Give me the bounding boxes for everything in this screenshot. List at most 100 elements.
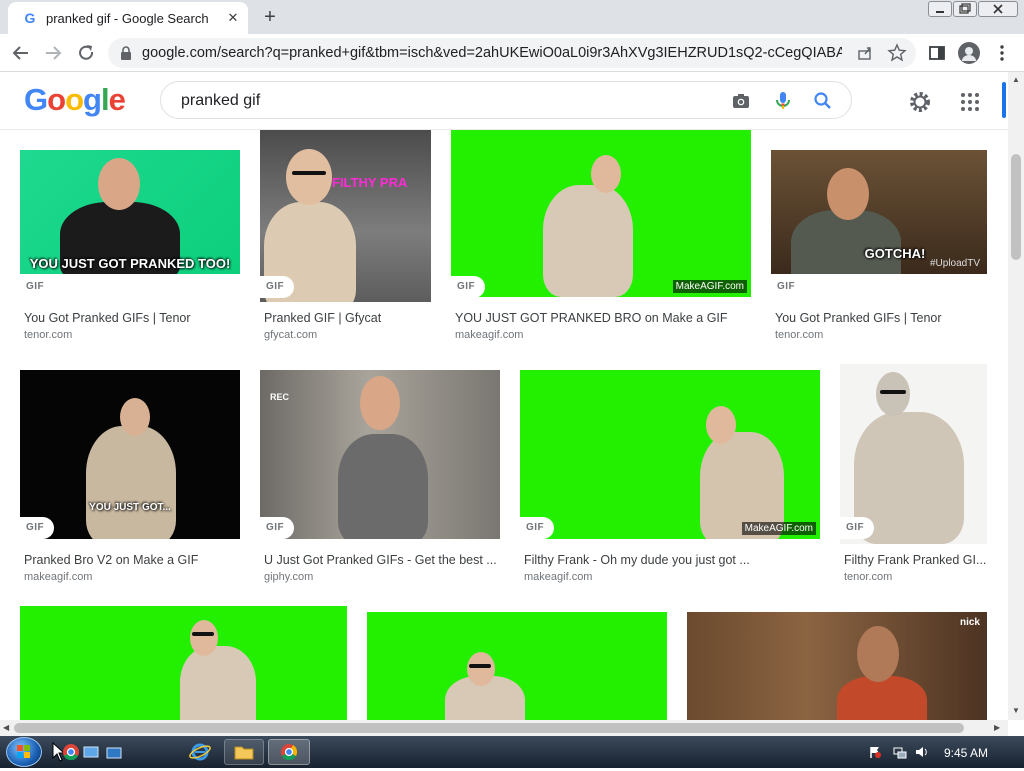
quicklaunch-chrome-icon[interactable] <box>60 739 82 765</box>
result-thumbnail[interactable]: nick <box>687 612 987 720</box>
logo-letter: e <box>108 82 126 117</box>
action-center-flag-icon[interactable] <box>868 745 882 759</box>
taskbar-explorer-button[interactable] <box>224 739 264 765</box>
result-title[interactable]: Filthy Frank - Oh my dude you just got .… <box>524 553 820 567</box>
apps-grid-icon[interactable] <box>957 89 983 115</box>
image-result[interactable]: FILTHY PRA GIF Pranked GIF | Gfycat gfyc… <box>260 130 431 350</box>
restore-window-button[interactable] <box>953 1 977 17</box>
gif-badge: GIF <box>20 517 54 539</box>
image-result[interactable]: REC GIF U Just Got Pranked GIFs - Get th… <box>260 370 500 590</box>
result-thumbnail[interactable]: MakeAGIF.com <box>451 130 751 297</box>
tab-google-search[interactable]: G pranked gif - Google Search ✕ <box>8 2 248 34</box>
image-result[interactable]: MakeAGIF.com GIF YOU JUST GOT PRANKED BR… <box>451 130 751 350</box>
image-result[interactable] <box>20 606 347 720</box>
result-domain[interactable]: tenor.com <box>844 571 892 583</box>
image-result[interactable]: GIF Filthy Frank Pranked GI... tenor.com <box>840 364 987 590</box>
tab-close-icon[interactable]: ✕ <box>223 8 243 28</box>
result-thumbnail[interactable]: GOTCHA! #UploadTV <box>771 150 987 274</box>
scroll-left-arrow-icon[interactable]: ◀ <box>3 723 9 732</box>
tab-strip: G pranked gif - Google Search ✕ + <box>0 0 1024 34</box>
result-title[interactable]: U Just Got Pranked GIFs - Get the best .… <box>264 553 498 567</box>
taskbar-clock[interactable]: 9:45 AM <box>944 746 988 760</box>
volume-icon[interactable] <box>915 745 929 759</box>
sign-in-button-edge[interactable] <box>1002 82 1006 118</box>
bookmark-star-icon[interactable] <box>886 42 908 64</box>
profile-avatar-icon[interactable] <box>958 42 980 64</box>
close-icon <box>993 4 1003 14</box>
close-window-button[interactable] <box>978 1 1018 17</box>
image-result[interactable]: nick <box>687 612 987 720</box>
switch-windows-icon[interactable] <box>104 739 124 765</box>
scroll-right-arrow-icon[interactable]: ▶ <box>994 723 1000 732</box>
image-result[interactable]: YOU JUST GOT... GIF Pranked Bro V2 on Ma… <box>20 370 240 590</box>
scroll-up-arrow-icon[interactable]: ▲ <box>1012 75 1020 84</box>
image-result[interactable] <box>367 612 667 720</box>
result-thumbnail[interactable]: YOU JUST GOT PRANKED TOO! <box>20 150 240 274</box>
minimize-window-button[interactable] <box>928 1 952 17</box>
result-thumbnail[interactable] <box>20 606 347 720</box>
show-desktop-icon[interactable] <box>82 739 100 765</box>
reload-button[interactable] <box>73 40 99 66</box>
address-bar[interactable]: google.com/search?q=pranked+gif&tbm=isch… <box>108 38 916 68</box>
google-logo[interactable]: Google <box>24 82 126 118</box>
forward-button[interactable] <box>40 40 66 66</box>
url-text[interactable]: google.com/search?q=pranked+gif&tbm=isch… <box>142 45 842 61</box>
gif-badge: GIF <box>451 276 485 298</box>
result-domain[interactable]: tenor.com <box>24 329 72 341</box>
share-icon[interactable] <box>854 42 876 64</box>
vertical-scroll-thumb[interactable] <box>1011 154 1021 260</box>
search-icon[interactable] <box>811 89 835 113</box>
camera-search-icon[interactable] <box>729 89 753 113</box>
start-button[interactable] <box>6 737 42 767</box>
network-icon[interactable] <box>893 745 907 759</box>
horizontal-scrollbar[interactable]: ◀ ▶ <box>0 720 1008 736</box>
side-panel-button[interactable] <box>925 41 949 65</box>
google-header: Google pranked gif <box>0 72 1008 130</box>
search-input[interactable]: pranked gif <box>181 92 260 110</box>
result-title[interactable]: Pranked GIF | Gfycat <box>264 311 430 325</box>
scroll-down-arrow-icon[interactable]: ▼ <box>1012 706 1020 715</box>
result-domain[interactable]: giphy.com <box>264 571 313 583</box>
person-head <box>706 406 736 444</box>
new-tab-button[interactable]: + <box>258 5 282 29</box>
result-title[interactable]: You Got Pranked GIFs | Tenor <box>775 311 987 325</box>
taskbar-chrome-button[interactable] <box>268 739 310 765</box>
person-figure <box>543 185 633 297</box>
logo-letter: G <box>24 82 48 117</box>
result-title[interactable]: Filthy Frank Pranked GI... <box>844 553 987 567</box>
result-title[interactable]: You Got Pranked GIFs | Tenor <box>24 311 238 325</box>
microphone-icon[interactable] <box>771 89 795 113</box>
result-thumbnail[interactable]: YOU JUST GOT... <box>20 370 240 539</box>
thumbnail-caption: YOU JUST GOT PRANKED TOO! <box>29 256 231 271</box>
vertical-scrollbar[interactable]: ▲ ▼ <box>1008 72 1024 720</box>
result-thumbnail[interactable] <box>367 612 667 720</box>
image-result[interactable]: GOTCHA! #UploadTV GIF You Got Pranked GI… <box>771 150 987 350</box>
gif-badge: GIF <box>520 517 554 539</box>
browser-menu-button[interactable] <box>990 41 1014 65</box>
settings-gear-icon[interactable] <box>907 89 933 115</box>
person-head <box>467 652 495 686</box>
result-title[interactable]: Pranked Bro V2 on Make a GIF <box>24 553 238 567</box>
sunglasses <box>469 664 491 668</box>
result-domain[interactable]: makeagif.com <box>24 571 92 583</box>
image-result[interactable]: MakeAGIF.com GIF Filthy Frank - Oh my du… <box>520 370 820 590</box>
result-thumbnail[interactable]: REC <box>260 370 500 539</box>
person-head <box>827 168 869 220</box>
image-result[interactable]: YOU JUST GOT PRANKED TOO! GIF You Got Pr… <box>20 150 240 350</box>
folder-icon <box>234 746 254 760</box>
thumbnail-caption: REC <box>270 392 290 402</box>
result-domain[interactable]: tenor.com <box>775 329 823 341</box>
result-thumbnail[interactable]: MakeAGIF.com <box>520 370 820 539</box>
watermark: MakeAGIF.com <box>741 522 816 535</box>
horizontal-scroll-thumb[interactable] <box>14 723 964 733</box>
search-box[interactable]: pranked gif <box>160 81 852 119</box>
back-button[interactable] <box>8 40 34 66</box>
internet-explorer-icon[interactable] <box>186 739 214 765</box>
result-title[interactable]: YOU JUST GOT PRANKED BRO on Make a GIF <box>455 311 751 325</box>
restore-icon <box>959 3 971 14</box>
result-domain[interactable]: gfycat.com <box>264 329 317 341</box>
result-domain[interactable]: makeagif.com <box>524 571 592 583</box>
result-domain[interactable]: makeagif.com <box>455 329 523 341</box>
chrome-icon <box>281 744 298 761</box>
logo-letter: o <box>65 82 84 117</box>
